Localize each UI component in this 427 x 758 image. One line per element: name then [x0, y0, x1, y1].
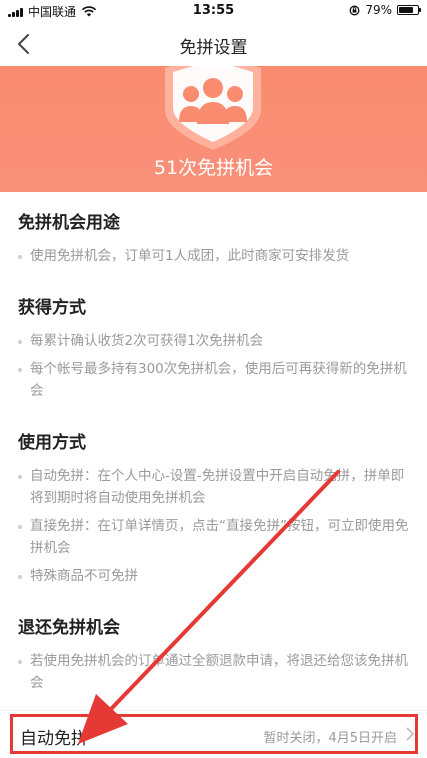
- section-title: 使用方式: [18, 433, 86, 453]
- rule-item: 使用免拼机会，订单可1人成团，此时商家可安排发货: [18, 245, 409, 267]
- section-how-to-use: 使用方式 自动免拼：在个人中心-设置-免拼设置中开启自动免拼，拼单即将到期时将自…: [0, 428, 427, 587]
- section-usage: 免拼机会用途 使用免拼机会，订单可1人成团，此时商家可安排发货: [0, 208, 427, 267]
- battery-icon: [397, 5, 421, 15]
- section-title: 退还免拼机会: [18, 618, 120, 638]
- free-group-count: 51次免拼机会: [153, 157, 274, 179]
- nav-bar: 免拼设置: [0, 22, 427, 66]
- section-title: 免拼机会用途: [18, 213, 120, 233]
- orientation-lock-icon: [349, 5, 360, 15]
- rule-item: 自动免拼：在个人中心-设置-免拼设置中开启自动免拼，拼单即将到期时将自动使用免拼…: [18, 465, 409, 509]
- section-refund: 退还免拼机会 若使用免拼机会的订单通过全额退款申请，将退还给您该免拼机会: [0, 613, 427, 694]
- auto-free-group-row[interactable]: 自动免拼 暂时关闭，4月5日开启: [0, 710, 427, 758]
- status-right: 79%: [349, 3, 421, 17]
- section-acquire: 获得方式 每累计确认收货2次可获得1次免拼机会 每个帐号最多持有300次免拼机会…: [0, 293, 427, 402]
- rule-item: 每个帐号最多持有300次免拼机会，使用后可再获得新的免拼机会: [18, 358, 409, 402]
- rule-item: 每累计确认收货2次可获得1次免拼机会: [18, 330, 409, 352]
- rule-item: 特殊商品不可免拼: [18, 565, 409, 587]
- battery-fill: [399, 7, 414, 13]
- battery-percent: 79%: [365, 3, 392, 17]
- highlight-box: [10, 714, 418, 754]
- rule-item: 直接免拼：在订单详情页，点击“直接免拼”按钮，可立即使用免拼机会: [18, 515, 409, 559]
- rules-content: 免拼机会用途 使用免拼机会，订单可1人成团，此时商家可安排发货 获得方式 每累计…: [0, 192, 427, 694]
- hero-banner: 51次免拼机会: [0, 66, 427, 192]
- section-title: 获得方式: [18, 298, 86, 318]
- page-title: 免拼设置: [179, 38, 248, 58]
- status-bar: 中国联通 13:55 79%: [0, 0, 427, 22]
- group-badge-icon: [165, 66, 261, 150]
- rule-item: 若使用免拼机会的订单通过全额退款申请，将退还给您该免拼机会: [18, 650, 409, 694]
